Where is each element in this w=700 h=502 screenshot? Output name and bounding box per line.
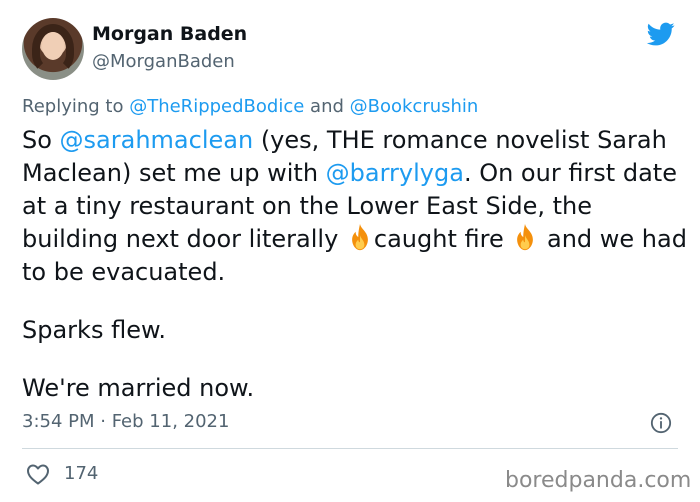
like-count: 174: [64, 463, 99, 484]
mention-barrylyga[interactable]: @barrylyga: [326, 159, 464, 187]
tweet-paragraph-1: So @sarahmaclean (yes, THE romance novel…: [22, 124, 687, 289]
watermark: boredpanda.com: [505, 468, 692, 493]
fire-emoji-icon: [352, 223, 368, 251]
tweet-text-part: So: [22, 126, 60, 154]
info-icon[interactable]: [650, 412, 672, 434]
avatar[interactable]: [22, 18, 84, 80]
twitter-bird-icon[interactable]: [644, 20, 678, 48]
tweet-text-part: caught fire: [373, 225, 512, 253]
heart-icon[interactable]: [26, 463, 50, 485]
mention-sarahmaclean[interactable]: @sarahmaclean: [60, 126, 254, 154]
reply-prefix: Replying to: [22, 96, 130, 117]
reply-context: Replying to @TheRippedBodice and @Bookcr…: [22, 96, 478, 117]
tweet-paragraph-2: Sparks flew.: [22, 316, 167, 344]
reply-mention-1[interactable]: @TheRippedBodice: [129, 96, 304, 117]
fire-emoji-icon: [517, 223, 534, 251]
divider: [22, 448, 678, 449]
reply-and: and: [304, 96, 350, 117]
tweet-timestamp[interactable]: 3:54 PM · Feb 11, 2021: [22, 411, 229, 432]
tweet-paragraph-3: We're married now.: [22, 374, 255, 402]
reply-mention-2[interactable]: @Bookcrushin: [350, 96, 479, 117]
avatar-face: [42, 32, 64, 60]
author-name[interactable]: Morgan Baden: [92, 23, 247, 45]
author-handle[interactable]: @MorganBaden: [92, 51, 235, 72]
tweet-text: So @sarahmaclean (yes, THE romance novel…: [22, 124, 687, 405]
